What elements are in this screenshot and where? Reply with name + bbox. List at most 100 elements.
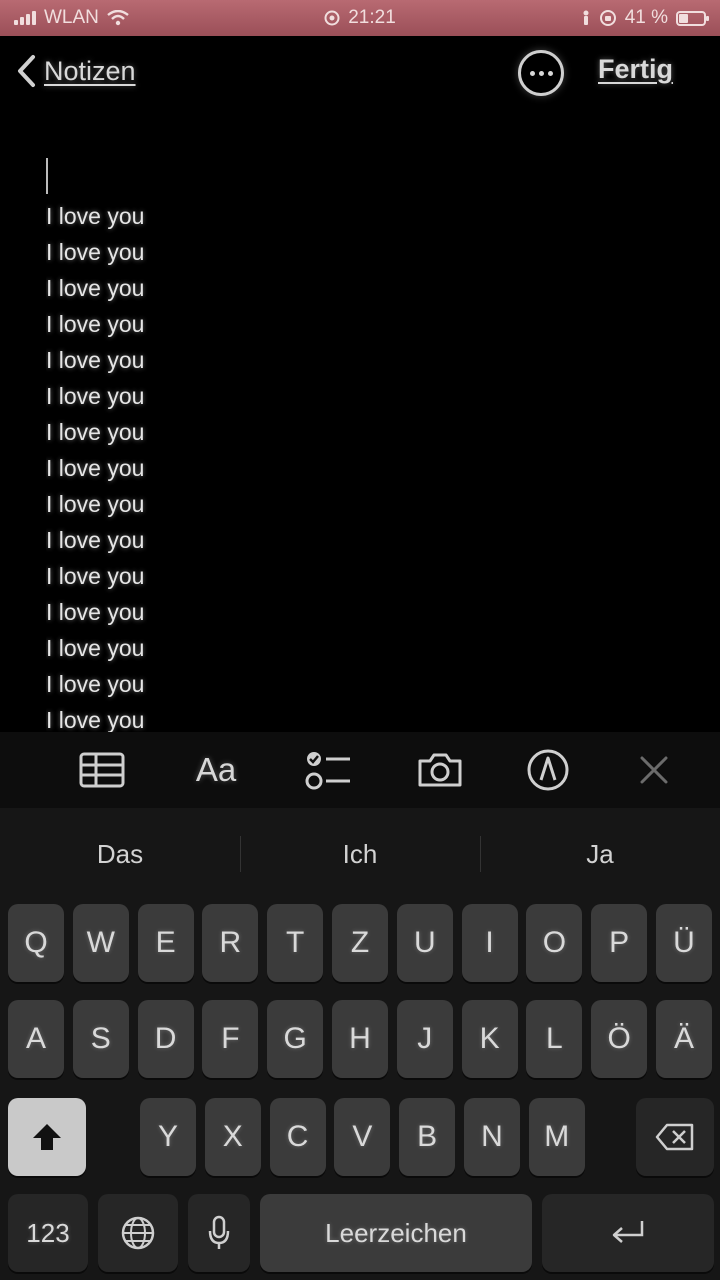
note-line: I love you: [46, 707, 145, 732]
backspace-key[interactable]: [636, 1098, 714, 1176]
letter-key[interactable]: C: [269, 1098, 326, 1176]
dictation-key[interactable]: [188, 1194, 250, 1272]
note-line: I love you: [46, 527, 145, 553]
camera-button[interactable]: [414, 746, 466, 794]
letter-key[interactable]: V: [334, 1098, 391, 1176]
globe-key[interactable]: [98, 1194, 178, 1272]
table-icon: [79, 752, 125, 788]
letter-key-label: D: [154, 1022, 177, 1055]
space-key-label: Leerzeichen: [325, 1217, 467, 1248]
activity-icon: [583, 10, 589, 25]
letter-key-label: Z: [350, 926, 370, 959]
letter-key[interactable]: S: [72, 1000, 129, 1078]
letter-key[interactable]: Z: [332, 904, 388, 982]
letter-key[interactable]: Ä: [656, 1000, 712, 1078]
note-line: I love you: [46, 563, 145, 589]
letter-key[interactable]: D: [137, 1000, 194, 1078]
letter-key-label: H: [349, 1022, 371, 1055]
letter-key[interactable]: A: [8, 1000, 64, 1078]
letter-key[interactable]: N: [464, 1098, 520, 1176]
letter-key-label: X: [222, 1120, 243, 1153]
status-right: 41 %: [581, 7, 709, 29]
chevron-left-icon: [18, 55, 35, 87]
letter-key-label: P: [609, 926, 630, 959]
letter-key[interactable]: T: [267, 904, 324, 982]
checklist-icon: [305, 752, 350, 790]
letter-key[interactable]: J: [396, 1000, 453, 1078]
note-line: I love you: [46, 455, 145, 481]
letter-key[interactable]: L: [526, 1000, 583, 1078]
letter-key-label: K: [479, 1022, 500, 1055]
letter-key-label: J: [417, 1022, 433, 1055]
close-toolbar-button[interactable]: [628, 746, 680, 794]
letter-key[interactable]: I: [461, 904, 518, 982]
suggestion-item[interactable]: Ja: [480, 822, 720, 886]
letter-key[interactable]: E: [137, 904, 194, 982]
camera-icon: [418, 753, 462, 787]
letter-key-label: M: [544, 1120, 570, 1153]
done-button[interactable]: Fertig: [598, 54, 673, 85]
letter-key-label: Ö: [607, 1022, 631, 1055]
return-key[interactable]: [542, 1194, 714, 1272]
letter-key[interactable]: Y: [140, 1098, 196, 1176]
backspace-icon: [655, 1123, 694, 1151]
suggestion-item[interactable]: Ich: [240, 822, 480, 886]
letter-key-label: R: [219, 926, 242, 959]
format-button[interactable]: Aa: [188, 746, 244, 794]
letter-key[interactable]: H: [332, 1000, 388, 1078]
markup-button[interactable]: [522, 746, 574, 794]
letter-key[interactable]: Ö: [591, 1000, 648, 1078]
format-toolbar: Aa: [0, 732, 720, 808]
numbers-key[interactable]: 123: [8, 1194, 88, 1272]
close-icon: [640, 756, 668, 784]
note-line: I love you: [46, 275, 145, 301]
letter-key[interactable]: B: [399, 1098, 456, 1176]
more-options-button[interactable]: [518, 50, 564, 96]
back-button[interactable]: Notizen: [16, 54, 136, 88]
note-editor[interactable]: I love you I love you I love you I love you…: [46, 158, 686, 732]
letter-key[interactable]: F: [202, 1000, 259, 1078]
clock: 21:21: [348, 7, 396, 28]
letter-key-label: Ä: [673, 1022, 694, 1055]
suggestion-item[interactable]: Das: [0, 822, 240, 886]
numbers-key-label: 123: [26, 1217, 70, 1248]
letter-key[interactable]: G: [267, 1000, 324, 1078]
note-line: I love you: [46, 635, 145, 661]
letter-key-label: F: [221, 1022, 240, 1055]
letter-key[interactable]: P: [591, 904, 648, 982]
letter-key-label: N: [481, 1120, 503, 1153]
letter-key[interactable]: Q: [8, 904, 64, 982]
letter-key-label: G: [283, 1022, 307, 1055]
letter-key[interactable]: X: [204, 1098, 261, 1176]
letter-key-label: T: [286, 926, 305, 959]
globe-icon: [121, 1216, 155, 1250]
letter-key-label: B: [417, 1120, 438, 1153]
note-line: I love you: [46, 347, 145, 373]
space-key[interactable]: Leerzeichen: [260, 1194, 532, 1272]
letter-key-label: L: [546, 1022, 563, 1055]
letter-key[interactable]: Ü: [656, 904, 712, 982]
status-left: WLAN: [14, 7, 129, 29]
checklist-button[interactable]: [302, 746, 354, 794]
table-button[interactable]: [76, 746, 128, 794]
carrier-label: WLAN: [44, 7, 99, 28]
status-bar: WLAN 21:21 41 %: [0, 0, 720, 36]
nav-bar: Notizen Fertig: [0, 44, 720, 104]
letter-key-label: Y: [157, 1120, 178, 1153]
letter-key[interactable]: W: [72, 904, 129, 982]
back-label: Notizen: [44, 55, 136, 86]
shift-key[interactable]: [8, 1098, 86, 1176]
letter-key-label: Q: [24, 926, 48, 959]
battery-percent: 41 %: [624, 7, 668, 28]
letter-key[interactable]: R: [202, 904, 259, 982]
letter-key[interactable]: M: [528, 1098, 585, 1176]
letter-key[interactable]: K: [461, 1000, 518, 1078]
notes-screen: WLAN 21:21 41 % Notizen Fertig I love yo…: [0, 0, 720, 1280]
letter-key[interactable]: U: [396, 904, 453, 982]
letter-key[interactable]: O: [526, 904, 583, 982]
letter-key-label: C: [286, 1120, 309, 1153]
signal-icon: [14, 11, 36, 25]
note-line: I love you: [46, 239, 145, 265]
microphone-icon: [208, 1215, 230, 1249]
letter-key-label: I: [485, 926, 494, 959]
